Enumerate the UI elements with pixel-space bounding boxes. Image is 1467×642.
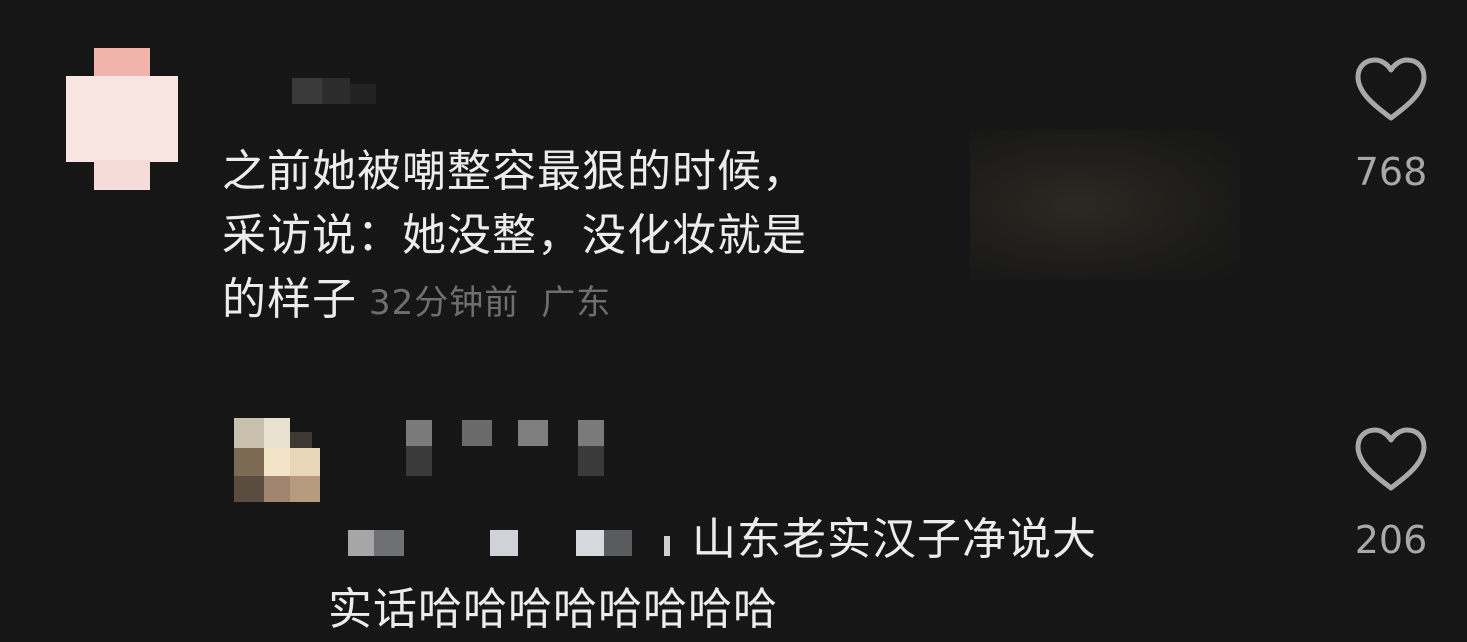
avatar-pixel	[94, 160, 150, 190]
username-pixel	[292, 78, 322, 104]
mention-pixel	[664, 536, 670, 556]
mention-pixel	[348, 530, 374, 556]
mention-pixel	[604, 530, 632, 556]
username-pixel	[462, 420, 492, 446]
reply-text-line: 实话哈哈哈哈哈哈哈哈	[328, 584, 778, 635]
blurred-region	[970, 130, 1240, 280]
avatar-pixel	[290, 448, 320, 476]
comment-line: 的样子	[222, 274, 357, 325]
avatar-pixel	[234, 476, 264, 502]
heart-outline-icon[interactable]	[1354, 426, 1428, 494]
mention-pixel	[374, 530, 404, 556]
avatar-pixel	[234, 418, 264, 448]
comment-text: 之前她被嘲整容最狠的时候， 采访说：她没整，没化妆就是 的样子 32分钟前 广东	[222, 140, 807, 335]
comment-line: 采访说：她没整，没化妆就是	[222, 210, 807, 261]
avatar-pixel	[66, 76, 178, 162]
username-pixel	[406, 446, 432, 476]
comment-line: 之前她被嘲整容最狠的时候，	[222, 146, 807, 197]
username-pixel	[406, 420, 432, 446]
mention-pixel	[576, 530, 604, 556]
reply-text-line: 山东老实汉子净说大	[692, 514, 1097, 565]
username-pixel	[322, 78, 350, 104]
avatar-pixel	[264, 476, 290, 502]
mention-pixel	[490, 530, 518, 556]
username-pixel	[350, 84, 376, 104]
avatar-pixel	[94, 48, 150, 78]
username-pixel	[518, 420, 548, 446]
username-pixel	[578, 420, 604, 446]
comment-line-with-meta: 的样子 32分钟前 广东	[222, 268, 807, 335]
avatar-pixel	[264, 418, 290, 448]
comment-time: 32分钟前	[369, 283, 520, 323]
avatar-pixel	[264, 448, 290, 476]
username-pixel	[578, 446, 604, 476]
avatar-pixel	[234, 448, 264, 476]
avatar-pixel	[290, 476, 320, 502]
heart-outline-icon[interactable]	[1354, 56, 1428, 124]
comment-location: 广东	[541, 283, 612, 323]
like-count: 206	[1354, 518, 1428, 562]
like-count: 768	[1354, 150, 1428, 194]
avatar-pixel	[290, 432, 312, 448]
